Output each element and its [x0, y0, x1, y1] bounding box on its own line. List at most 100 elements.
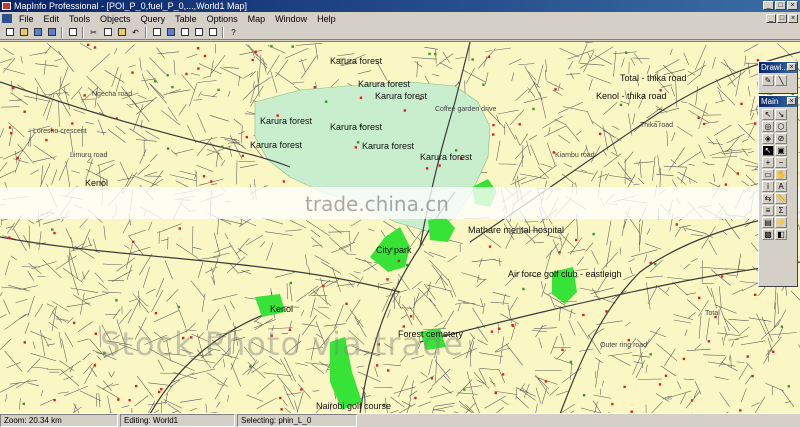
- poi-marker[interactable]: [702, 122, 706, 126]
- poi-marker[interactable]: [356, 141, 360, 144]
- poi-marker[interactable]: [544, 380, 548, 383]
- poi-marker[interactable]: [658, 383, 662, 386]
- grabber-icon[interactable]: ✋: [775, 169, 787, 180]
- poi-marker[interactable]: [582, 313, 585, 317]
- poi-marker[interactable]: [403, 109, 407, 112]
- poi-marker[interactable]: [254, 50, 257, 53]
- poi-marker[interactable]: [463, 388, 466, 391]
- poi-marker[interactable]: [177, 305, 181, 309]
- poi-marker[interactable]: [117, 398, 120, 401]
- map-window[interactable]: trade.china.cn Stock Photo via trade Kar…: [0, 41, 800, 413]
- poi-marker[interactable]: [221, 145, 224, 148]
- poi-marker[interactable]: [690, 399, 694, 402]
- poi-marker[interactable]: [171, 85, 174, 89]
- poi-marker[interactable]: [471, 58, 474, 61]
- poi-marker[interactable]: [203, 54, 207, 58]
- poi-marker[interactable]: [482, 83, 485, 86]
- child-close-button[interactable]: ×: [788, 14, 798, 23]
- poi-marker[interactable]: [739, 409, 742, 412]
- poi-marker[interactable]: [425, 167, 429, 170]
- poi-marker[interactable]: [675, 223, 678, 226]
- poi-marker[interactable]: [291, 45, 294, 48]
- legend-icon[interactable]: ▤: [762, 217, 774, 228]
- poi-marker[interactable]: [386, 278, 389, 281]
- zoom-status[interactable]: Zoom: 20.34 km: [0, 414, 118, 427]
- poi-marker[interactable]: [736, 172, 740, 175]
- poi-marker[interactable]: [490, 330, 494, 333]
- poi-marker[interactable]: [16, 156, 19, 160]
- poi-marker[interactable]: [498, 327, 501, 330]
- drag-map-icon[interactable]: ⇆: [762, 193, 774, 204]
- poi-marker[interactable]: [313, 86, 316, 89]
- poi-marker[interactable]: [487, 55, 491, 59]
- poi-marker[interactable]: [45, 138, 48, 142]
- mapinfo-app-icon[interactable]: [2, 2, 11, 10]
- copy-icon[interactable]: [101, 26, 114, 38]
- marquee-select-icon[interactable]: ↘: [775, 109, 787, 120]
- poi-marker[interactable]: [623, 385, 626, 389]
- save-icon[interactable]: [31, 26, 44, 38]
- poi-marker[interactable]: [300, 388, 303, 391]
- menu-options[interactable]: Options: [202, 14, 243, 24]
- new-mapper-icon[interactable]: [164, 26, 177, 38]
- menu-tools[interactable]: Tools: [64, 14, 95, 24]
- poi-marker[interactable]: [51, 228, 54, 231]
- poi-marker[interactable]: [115, 299, 118, 302]
- poi-marker[interactable]: [664, 374, 668, 377]
- unselect-all-icon[interactable]: ⊘: [775, 133, 787, 144]
- new-layout-icon[interactable]: [192, 26, 205, 38]
- poi-marker[interactable]: [409, 315, 413, 318]
- close-button[interactable]: ×: [787, 1, 798, 10]
- poi-marker[interactable]: [354, 146, 357, 149]
- zoom-in-icon[interactable]: +: [762, 157, 774, 168]
- poi-marker[interactable]: [558, 251, 561, 254]
- menu-query[interactable]: Query: [136, 14, 171, 24]
- poi-marker[interactable]: [605, 310, 608, 313]
- poi-marker[interactable]: [23, 110, 26, 113]
- poi-marker[interactable]: [787, 385, 790, 388]
- poi-marker[interactable]: [754, 122, 757, 125]
- poi-marker[interactable]: [93, 364, 97, 367]
- poi-marker[interactable]: [511, 324, 514, 327]
- poi-marker[interactable]: [697, 116, 700, 119]
- editing-status[interactable]: Editing: World1: [120, 414, 235, 427]
- set-target-icon[interactable]: ◧: [775, 229, 787, 240]
- poi-marker[interactable]: [772, 350, 775, 353]
- poi-marker[interactable]: [654, 262, 657, 266]
- line-tool-icon[interactable]: ╲: [775, 75, 787, 86]
- new-redistrict-icon[interactable]: [206, 26, 219, 38]
- poi-marker[interactable]: [93, 46, 97, 49]
- poi-marker[interactable]: [71, 122, 74, 125]
- poi-marker[interactable]: [270, 45, 273, 48]
- hotlink-icon[interactable]: ⚡: [775, 217, 787, 228]
- poi-marker[interactable]: [280, 408, 283, 411]
- new-browser-icon[interactable]: [150, 26, 163, 38]
- close-icon[interactable]: ×: [787, 97, 796, 105]
- info-tool-icon[interactable]: i: [762, 181, 774, 192]
- zoom-out-icon[interactable]: −: [775, 157, 787, 168]
- poi-marker[interactable]: [649, 353, 652, 356]
- menu-help[interactable]: Help: [312, 14, 341, 24]
- poi-marker[interactable]: [185, 72, 188, 76]
- poi-marker[interactable]: [22, 402, 25, 405]
- poi-marker[interactable]: [345, 302, 348, 305]
- minimize-button[interactable]: _: [763, 1, 774, 10]
- poi-marker[interactable]: [397, 259, 400, 263]
- menu-objects[interactable]: Objects: [95, 14, 136, 24]
- poi-marker[interactable]: [83, 94, 86, 97]
- polygon-select-icon[interactable]: ⬡: [775, 121, 787, 132]
- poi-marker[interactable]: [780, 325, 784, 328]
- poi-marker[interactable]: [289, 281, 292, 285]
- poi-marker[interactable]: [279, 396, 282, 400]
- new-grapher-icon[interactable]: [178, 26, 191, 38]
- poi-marker[interactable]: [251, 58, 254, 62]
- select-arrow-icon[interactable]: ↖: [762, 109, 774, 120]
- poi-marker[interactable]: [8, 126, 12, 129]
- poi-marker[interactable]: [160, 388, 163, 391]
- poi-marker[interactable]: [375, 364, 379, 367]
- poi-marker[interactable]: [387, 369, 390, 372]
- poi-marker[interactable]: [619, 103, 623, 107]
- poi-marker[interactable]: [724, 183, 728, 186]
- boundary-select-icon[interactable]: ◈: [762, 133, 774, 144]
- poi-marker[interactable]: [518, 123, 521, 126]
